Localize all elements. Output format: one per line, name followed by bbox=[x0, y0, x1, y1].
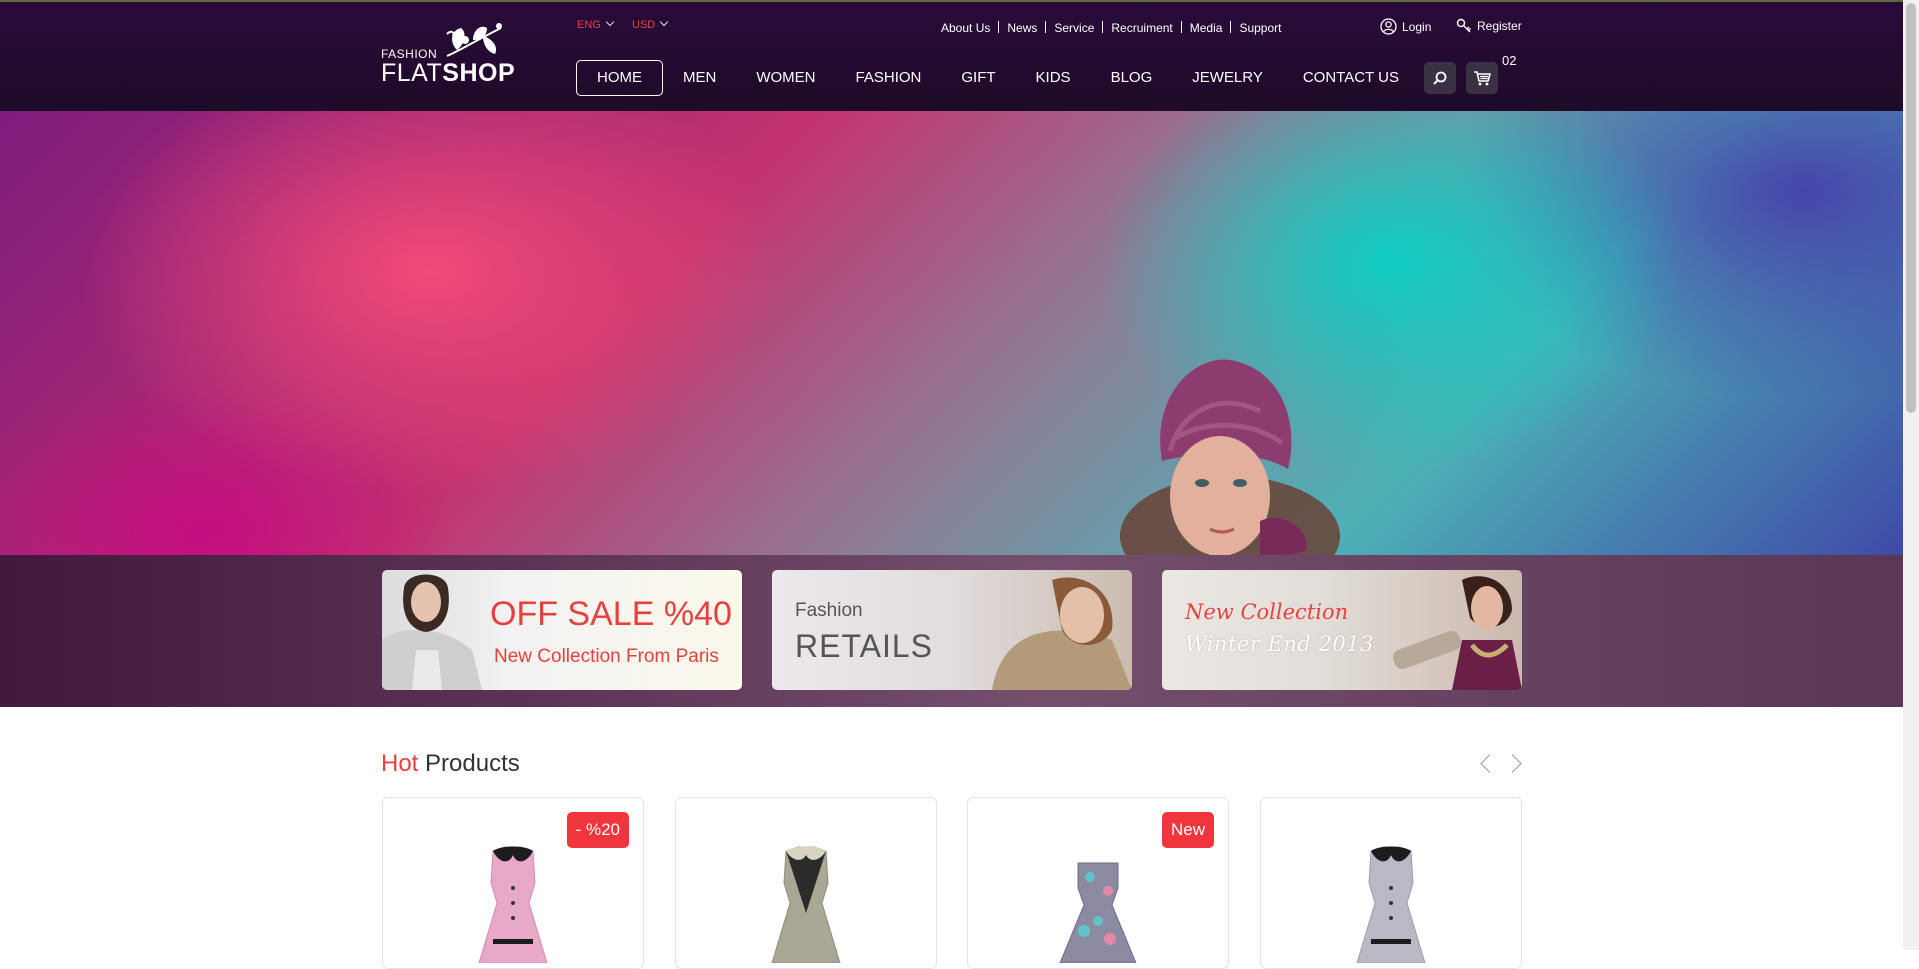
dress-image bbox=[1059, 862, 1137, 963]
link-divider bbox=[1180, 21, 1182, 33]
cart-icon bbox=[1474, 71, 1491, 86]
sale-banner-title: OFF SALE %40 bbox=[490, 595, 732, 633]
dress-image bbox=[771, 846, 841, 963]
logo[interactable]: FASHION FLATSHOP bbox=[381, 20, 515, 90]
nav-item-kids[interactable]: KIDS bbox=[1016, 60, 1091, 96]
model-photo bbox=[382, 574, 482, 690]
collection-banner-subtitle: Winter End 2013 bbox=[1185, 632, 1374, 656]
link-divider bbox=[1230, 21, 1232, 33]
nav-item-fashion[interactable]: FASHION bbox=[836, 60, 942, 96]
sale-banner[interactable]: OFF SALE %40 New Collection From Paris bbox=[382, 570, 742, 690]
next-arrow-icon[interactable] bbox=[1503, 754, 1522, 773]
collection-banner-title: New Collection bbox=[1185, 600, 1349, 624]
previous-arrow-icon[interactable] bbox=[1480, 754, 1499, 773]
user-icon bbox=[1380, 18, 1397, 35]
top-links: About Us News Service Recruiment Media Suppor… bbox=[941, 21, 1281, 35]
top-link-about[interactable]: About Us bbox=[941, 21, 990, 35]
sale-banner-subtitle: New Collection From Paris bbox=[494, 646, 719, 667]
discount-badge: - %20 bbox=[566, 812, 629, 848]
nav-item-blog[interactable]: BLOG bbox=[1091, 60, 1173, 96]
currency-value: USD bbox=[632, 19, 656, 31]
login-label: Login bbox=[1402, 19, 1432, 34]
nav-item-jewelry[interactable]: JEWELRY bbox=[1172, 60, 1283, 96]
top-link-recruitment[interactable]: Recruiment bbox=[1111, 21, 1172, 35]
search-button[interactable] bbox=[1424, 62, 1456, 94]
key-icon bbox=[1456, 18, 1471, 33]
nav-item-men[interactable]: MEN bbox=[663, 60, 736, 96]
hero-slider[interactable] bbox=[0, 111, 1903, 555]
top-link-service[interactable]: Service bbox=[1054, 21, 1094, 35]
register-label: Register bbox=[1477, 19, 1522, 33]
logo-text: FLATSHOP bbox=[381, 59, 516, 87]
product-card[interactable]: - %20 bbox=[382, 797, 644, 969]
model-photo bbox=[992, 577, 1132, 690]
nav-item-gift[interactable]: GIFT bbox=[941, 60, 1015, 96]
link-divider bbox=[998, 21, 1000, 33]
retails-banner[interactable]: Fashion RETAILS bbox=[772, 570, 1132, 690]
flower-logo-icon bbox=[446, 23, 502, 57]
top-link-news[interactable]: News bbox=[1007, 21, 1037, 35]
hot-products-heading: Hot Products bbox=[381, 750, 520, 777]
dress-image bbox=[1356, 846, 1426, 963]
scrollbar-thumb[interactable] bbox=[1906, 3, 1916, 413]
top-link-support[interactable]: Support bbox=[1239, 21, 1281, 35]
product-card[interactable]: New bbox=[967, 797, 1229, 969]
model-photo bbox=[1392, 576, 1522, 690]
retails-banner-title: Fashion bbox=[795, 600, 863, 621]
product-card[interactable] bbox=[675, 797, 937, 969]
link-divider bbox=[1045, 21, 1047, 33]
hero-model-image bbox=[1120, 359, 1340, 555]
scrollbar[interactable] bbox=[1903, 0, 1919, 950]
language-value: ENG bbox=[577, 19, 601, 31]
language-select[interactable]: ENG bbox=[577, 17, 615, 31]
dress-image bbox=[478, 846, 548, 963]
new-badge: New bbox=[1161, 812, 1214, 848]
nav-item-contact[interactable]: CONTACT US bbox=[1283, 60, 1419, 96]
retails-banner-subtitle: RETAILS bbox=[795, 628, 933, 664]
product-card[interactable] bbox=[1260, 797, 1522, 969]
login-link[interactable]: Login bbox=[1380, 18, 1431, 35]
collection-banner[interactable]: New Collection Winter End 2013 bbox=[1162, 570, 1522, 690]
register-link[interactable]: Register bbox=[1456, 18, 1522, 34]
site-header: FASHION FLATSHOP ENG USD About Us News Ser… bbox=[0, 2, 1903, 111]
chevron-down-icon bbox=[605, 17, 615, 27]
cart-button[interactable] bbox=[1466, 62, 1498, 94]
currency-select[interactable]: USD bbox=[632, 17, 669, 31]
nav-item-women[interactable]: WOMEN bbox=[736, 60, 835, 96]
main-nav: HOME MEN WOMEN FASHION GIFT KIDS BLOG JE… bbox=[576, 60, 1419, 96]
nav-item-home[interactable]: HOME bbox=[576, 60, 663, 96]
search-icon bbox=[1433, 71, 1447, 85]
cart-count: 02 bbox=[1502, 53, 1517, 68]
top-link-media[interactable]: Media bbox=[1190, 21, 1223, 35]
link-divider bbox=[1102, 21, 1104, 33]
chevron-down-icon bbox=[659, 17, 669, 27]
